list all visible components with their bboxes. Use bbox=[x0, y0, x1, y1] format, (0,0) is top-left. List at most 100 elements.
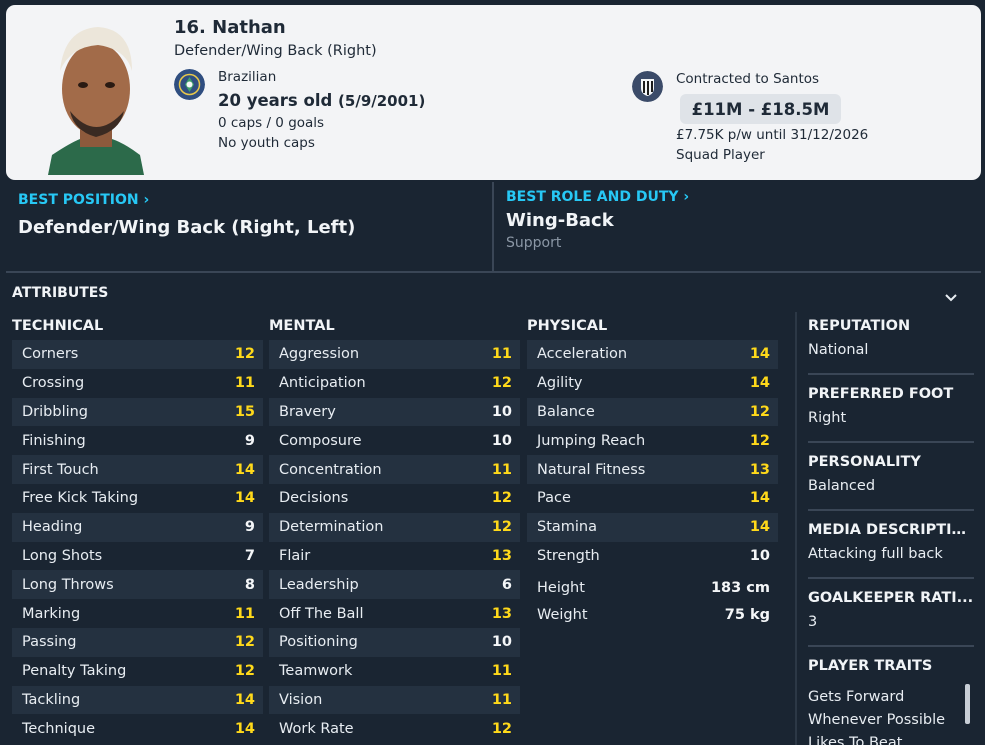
attribute-row[interactable]: Natural Fitness 13 bbox=[527, 455, 778, 484]
attribute-row[interactable]: Balance 12 bbox=[527, 397, 778, 427]
player-photo[interactable] bbox=[40, 15, 152, 175]
best-position-value: Defender/Wing Back (Right, Left) bbox=[18, 217, 356, 238]
attribute-value: 14 bbox=[234, 720, 255, 737]
attribute-row[interactable]: Vision 11 bbox=[269, 685, 520, 715]
attributes-title: ATTRIBUTES bbox=[12, 285, 109, 301]
player-name: 16. Nathan bbox=[174, 17, 286, 38]
attribute-row[interactable]: Dribbling 15 bbox=[12, 397, 263, 427]
brazil-federation-badge-icon[interactable] bbox=[174, 69, 205, 100]
attribute-label: Agility bbox=[537, 375, 583, 392]
media-description-block: MEDIA DESCRIPTION Attacking full back bbox=[808, 522, 974, 562]
attribute-label: Decisions bbox=[279, 490, 349, 507]
attribute-label: Long Throws bbox=[22, 576, 114, 593]
media-description-value: Attacking full back bbox=[808, 546, 943, 562]
side-divider bbox=[808, 373, 974, 375]
attribute-row[interactable]: Off The Ball 13 bbox=[269, 599, 520, 628]
preferred-foot-block: PREFERRED FOOT Right bbox=[808, 386, 974, 426]
attribute-row[interactable]: Stamina 14 bbox=[527, 512, 778, 542]
attribute-row[interactable]: Flair 13 bbox=[269, 542, 520, 571]
attribute-row[interactable]: Marking 11 bbox=[12, 599, 263, 628]
player-traits-label: PLAYER TRAITS bbox=[808, 658, 933, 674]
height-row: Height 183 cm bbox=[527, 580, 778, 596]
attribute-value: 11 bbox=[234, 605, 255, 622]
best-position-link[interactable]: BEST POSITION › bbox=[18, 192, 149, 208]
attribute-row[interactable]: Heading 9 bbox=[12, 512, 263, 542]
attribute-row[interactable]: First Touch 14 bbox=[12, 455, 263, 484]
attribute-row[interactable]: Leadership 6 bbox=[269, 570, 520, 600]
attribute-value: 11 bbox=[491, 663, 512, 680]
attribute-row[interactable]: Passing 12 bbox=[12, 627, 263, 657]
best-role-duty: Support bbox=[506, 235, 562, 251]
attribute-label: Balance bbox=[537, 403, 595, 420]
attribute-value: 12 bbox=[491, 519, 512, 536]
preferred-foot-label: PREFERRED FOOT bbox=[808, 386, 954, 402]
attribute-row[interactable]: Composure 10 bbox=[269, 426, 520, 455]
attribute-row[interactable]: Jumping Reach 12 bbox=[527, 426, 778, 455]
attribute-row[interactable]: Finishing 9 bbox=[12, 426, 263, 455]
physical-attributes-list: Acceleration 14 Agility 14 Balance 12 Jumping … bbox=[527, 340, 778, 570]
player-traits-list[interactable]: Gets Forward Whenever Possible Likes To … bbox=[808, 686, 958, 745]
attribute-value: 11 bbox=[234, 375, 255, 392]
attribute-label: Aggression bbox=[279, 346, 360, 363]
attribute-value: 14 bbox=[234, 691, 255, 708]
physical-heading: PHYSICAL bbox=[527, 318, 608, 334]
attribute-value: 7 bbox=[244, 547, 255, 564]
attribute-row[interactable]: Technique 14 bbox=[12, 714, 263, 743]
best-role-value: Wing-Back bbox=[506, 210, 614, 231]
best-role-link[interactable]: BEST ROLE AND DUTY › bbox=[506, 189, 689, 205]
attribute-row[interactable]: Work Rate 12 bbox=[269, 714, 520, 743]
side-divider bbox=[808, 577, 974, 579]
attribute-label: Determination bbox=[279, 519, 384, 536]
attribute-label: Teamwork bbox=[279, 663, 353, 680]
attribute-value: 9 bbox=[244, 432, 255, 449]
attribute-row[interactable]: Tackling 14 bbox=[12, 685, 263, 715]
attribute-value: 12 bbox=[491, 375, 512, 392]
attribute-label: Stamina bbox=[537, 519, 598, 536]
attribute-row[interactable]: Determination 12 bbox=[269, 512, 520, 542]
attribute-label: Acceleration bbox=[537, 346, 628, 363]
attribute-row[interactable]: Acceleration 14 bbox=[527, 340, 778, 369]
contract-club[interactable]: Contracted to Santos bbox=[676, 71, 819, 87]
attribute-label: Positioning bbox=[279, 634, 358, 651]
attribute-row[interactable]: Positioning 10 bbox=[269, 627, 520, 657]
reputation-label: REPUTATION bbox=[808, 318, 911, 334]
attribute-value: 14 bbox=[749, 519, 770, 536]
mental-attributes-list: Aggression 11 Anticipation 12 Bravery 10 Compo… bbox=[269, 340, 520, 743]
attribute-label: Passing bbox=[22, 634, 77, 651]
best-role-heading: BEST ROLE AND DUTY bbox=[506, 189, 679, 205]
chevron-down-icon[interactable] bbox=[942, 290, 960, 306]
attribute-row[interactable]: Strength 10 bbox=[527, 542, 778, 571]
attribute-row[interactable]: Free Kick Taking 14 bbox=[12, 484, 263, 513]
attribute-row[interactable]: Long Shots 7 bbox=[12, 542, 263, 571]
personality-label: PERSONALITY bbox=[808, 454, 921, 470]
santos-club-badge-icon[interactable] bbox=[632, 71, 663, 102]
attribute-value: 9 bbox=[244, 519, 255, 536]
attribute-row[interactable]: Bravery 10 bbox=[269, 397, 520, 427]
attribute-row[interactable]: Teamwork 11 bbox=[269, 657, 520, 686]
attribute-row[interactable]: Agility 14 bbox=[527, 369, 778, 398]
goalkeeper-rating-block: GOALKEEPER RATI... 3 bbox=[808, 590, 974, 630]
attribute-row[interactable]: Crossing 11 bbox=[12, 369, 263, 398]
attribute-row[interactable]: Corners 12 bbox=[12, 340, 263, 369]
attribute-label: Corners bbox=[22, 346, 79, 363]
attribute-row[interactable]: Decisions 12 bbox=[269, 484, 520, 513]
attribute-row[interactable]: Anticipation 12 bbox=[269, 369, 520, 398]
attribute-label: Work Rate bbox=[279, 720, 354, 737]
attribute-value: 14 bbox=[749, 490, 770, 507]
nationality: Brazilian bbox=[218, 69, 277, 85]
attribute-row[interactable]: Pace 14 bbox=[527, 484, 778, 513]
attribute-row[interactable]: Long Throws 8 bbox=[12, 570, 263, 600]
side-divider bbox=[808, 441, 974, 443]
attribute-label: Long Shots bbox=[22, 547, 103, 564]
international-caps: 0 caps / 0 goals bbox=[218, 115, 325, 131]
attribute-label: Vision bbox=[279, 691, 323, 708]
attribute-value: 11 bbox=[491, 691, 512, 708]
attribute-row[interactable]: Aggression 11 bbox=[269, 340, 520, 369]
attribute-value: 8 bbox=[244, 576, 255, 593]
side-divider bbox=[808, 509, 974, 511]
attribute-label: Free Kick Taking bbox=[22, 490, 139, 507]
attribute-row[interactable]: Penalty Taking 12 bbox=[12, 657, 263, 686]
attribute-row[interactable]: Concentration 11 bbox=[269, 455, 520, 484]
transfer-value[interactable]: £11M - £18.5M bbox=[680, 94, 841, 124]
traits-scrollbar[interactable] bbox=[965, 684, 970, 724]
